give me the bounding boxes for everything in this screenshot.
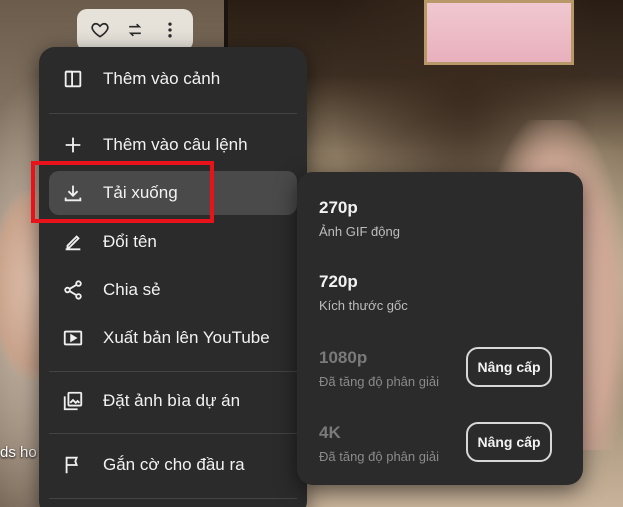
option-description: Ảnh GIF động xyxy=(319,224,400,239)
menu-item-label: Thêm vào câu lệnh xyxy=(103,135,248,154)
clip-action-bar xyxy=(77,9,193,51)
menu-item-label: Xuất bản lên YouTube xyxy=(103,328,270,347)
frame-showcase xyxy=(424,0,574,65)
download-submenu: 270p Ảnh GIF động 720p Kích thước gốc 10… xyxy=(297,172,583,485)
youtube-play-icon xyxy=(61,326,85,350)
download-option-720p[interactable]: 720p Kích thước gốc xyxy=(319,272,408,313)
download-option-1080p: 1080p Đã tăng độ phân giải xyxy=(319,348,439,389)
flag-icon xyxy=(61,453,85,477)
upgrade-4k-button[interactable]: Nâng cấp xyxy=(466,422,552,462)
context-menu: Thêm vào cảnh Thêm vào câu lệnh Tải xuốn… xyxy=(39,47,307,507)
menu-item-share[interactable]: Chia sẻ xyxy=(49,268,297,312)
menu-item-add-to-prompt[interactable]: Thêm vào câu lệnh xyxy=(49,123,297,167)
plus-icon xyxy=(61,133,85,157)
split-panel-icon xyxy=(61,67,85,91)
swap-icon[interactable] xyxy=(124,19,146,41)
menu-divider xyxy=(49,113,297,114)
download-icon xyxy=(61,181,85,205)
menu-item-flag-output[interactable]: Gắn cờ cho đầu ra xyxy=(49,443,297,487)
menu-item-add-to-scene[interactable]: Thêm vào cảnh xyxy=(49,57,297,101)
option-description: Đã tăng độ phân giải xyxy=(319,374,439,389)
more-vert-icon[interactable] xyxy=(159,19,181,41)
menu-item-label: Đặt ảnh bìa dự án xyxy=(103,391,241,410)
menu-item-set-project-cover[interactable]: Đặt ảnh bìa dự án xyxy=(49,379,297,423)
option-description: Đã tăng độ phân giải xyxy=(319,449,439,464)
menu-item-label: Tải xuống xyxy=(103,183,178,202)
menu-divider xyxy=(49,498,297,499)
download-option-4k: 4K Đã tăng độ phân giải xyxy=(319,423,439,464)
option-description: Kích thước gốc xyxy=(319,298,408,313)
menu-item-download[interactable]: Tải xuống xyxy=(49,171,297,215)
option-resolution: 1080p xyxy=(319,348,368,367)
image-stack-icon xyxy=(61,389,85,413)
menu-divider xyxy=(49,371,297,372)
menu-item-label: Chia sẻ xyxy=(103,280,161,299)
menu-item-label: Đổi tên xyxy=(103,232,157,251)
heart-icon[interactable] xyxy=(89,19,111,41)
menu-divider xyxy=(49,433,297,434)
pencil-icon xyxy=(61,230,85,254)
menu-item-rename[interactable]: Đổi tên xyxy=(49,220,297,264)
frame-caption-partial: ds ho xyxy=(0,444,37,461)
option-resolution: 270p xyxy=(319,198,358,217)
menu-item-publish-youtube[interactable]: Xuất bản lên YouTube xyxy=(49,316,297,360)
menu-item-label: Thêm vào cảnh xyxy=(103,69,221,88)
download-option-270p[interactable]: 270p Ảnh GIF động xyxy=(319,198,400,239)
share-icon xyxy=(61,278,85,302)
option-resolution: 4K xyxy=(319,423,341,442)
menu-item-label: Gắn cờ cho đầu ra xyxy=(103,455,245,474)
upgrade-1080p-button[interactable]: Nâng cấp xyxy=(466,347,552,387)
option-resolution: 720p xyxy=(319,272,358,291)
